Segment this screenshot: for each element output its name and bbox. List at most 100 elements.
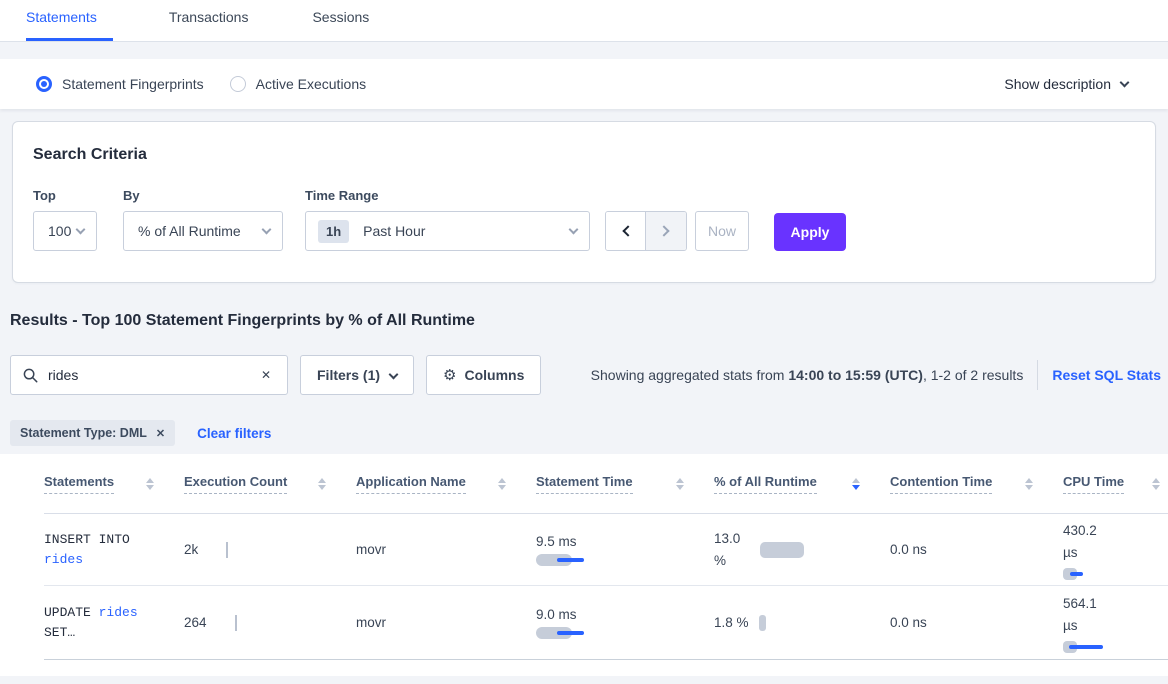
header-pct-of-all-runtime[interactable]: % of All Runtime [714,474,890,494]
apply-button[interactable]: Apply [774,213,846,251]
application-name-cell: movr [356,542,536,557]
results-controls: ✕ Filters (1) ⚙ Columns Showing aggregat… [10,355,1168,395]
now-button[interactable]: Now [695,211,749,251]
header-statements[interactable]: Statements [44,474,184,494]
statement-time-bar [536,627,586,639]
tab-transactions[interactable]: Transactions [169,9,257,41]
page-tabs: Statements Transactions Sessions [0,0,1168,42]
chevron-right-icon [658,225,669,236]
radio-unselected-icon[interactable] [230,76,246,92]
by-select[interactable]: % of All Runtime [123,211,283,251]
chevron-down-icon [569,224,579,234]
time-range-value: Past Hour [363,223,425,239]
sort-icon[interactable] [676,478,684,490]
cpu-time-cell: 430.2 µs [1063,520,1168,580]
application-name-cell: movr [356,615,536,630]
time-range-label: Time Range [305,188,590,203]
time-range-field: Time Range 1h Past Hour [305,188,590,251]
cpu-time-bar [1063,641,1109,653]
header-application-name[interactable]: Application Name [356,474,536,494]
runtime-pct-cell: 1.8 % [714,612,890,634]
columns-button[interactable]: ⚙ Columns [426,355,541,395]
chevron-down-icon [262,224,272,234]
time-range-badge: 1h [318,220,349,243]
by-select-value: % of All Runtime [138,223,241,239]
radio-label: Statement Fingerprints [62,76,204,92]
radio-active-executions[interactable]: Active Executions [230,76,367,92]
cpu-time-bar [1063,568,1109,580]
count-bar [226,542,228,558]
header-cpu-time[interactable]: CPU Time [1063,474,1168,494]
statement-fingerprint[interactable]: INSERT INTO rides [44,530,184,570]
header-statement-time[interactable]: Statement Time [536,474,714,494]
chevron-down-icon [1120,77,1130,87]
contention-time-cell: 0.0 ns [890,542,1063,557]
statement-time-cell: 9.0 ms [536,607,714,639]
sort-icon[interactable] [1152,478,1160,490]
card-title: Search Criteria [33,146,1135,164]
clear-filters-link[interactable]: Clear filters [197,426,271,441]
tab-sessions[interactable]: Sessions [312,9,377,41]
search-input[interactable] [48,367,257,383]
filter-tag[interactable]: Statement Type: DML ✕ [10,420,175,446]
show-description-toggle[interactable]: Show description [1004,76,1128,92]
chevron-left-icon [622,225,633,236]
table-row[interactable]: UPDATE rides SET… 264 movr 9.0 ms 1.8 % … [44,586,1168,660]
sort-icon[interactable] [498,478,506,490]
search-icon [23,368,38,383]
cpu-time-cell: 564.1 µs [1063,593,1168,653]
radio-statement-fingerprints[interactable]: Statement Fingerprints [36,76,204,92]
tab-statements[interactable]: Statements [26,9,113,41]
results-summary: Showing aggregated stats from 14:00 to 1… [591,367,1024,383]
search-criteria-card: Search Criteria Top 100 By % of All Runt… [12,121,1156,283]
statement-time-cell: 9.5 ms [536,534,714,566]
next-window-button[interactable] [646,212,686,250]
statement-link[interactable]: rides [99,605,138,620]
spacer-strip [0,109,1168,121]
chevron-down-icon [389,369,399,379]
summary-suffix: , 1-2 of 2 results [923,367,1023,383]
sort-icon[interactable] [1025,478,1033,490]
header-execution-count[interactable]: Execution Count [184,474,356,494]
show-description-label: Show description [1004,76,1111,92]
radio-label: Active Executions [256,76,367,92]
filters-label: Filters (1) [317,367,380,383]
vertical-divider [1037,360,1038,390]
statement-link[interactable]: rides [44,552,83,567]
runtime-pct-bar [759,615,766,631]
radio-selected-icon[interactable] [36,76,52,92]
table-header-row: Statements Execution Count Application N… [44,454,1168,514]
sort-icon[interactable] [146,478,154,490]
time-range-select[interactable]: 1h Past Hour [305,211,590,251]
top-label: Top [33,188,97,203]
active-filters-row: Statement Type: DML ✕ Clear filters [10,420,1168,446]
execution-count-cell: 264 [184,615,356,631]
filters-button[interactable]: Filters (1) [300,355,414,395]
statement-fingerprint[interactable]: UPDATE rides SET… [44,603,184,643]
clear-search-icon[interactable]: ✕ [257,366,275,384]
table-row[interactable]: INSERT INTO rides 2k movr 9.5 ms 13.0 % … [44,514,1168,586]
view-mode-bar: Statement Fingerprints Active Executions… [0,59,1168,109]
results-heading: Results - Top 100 Statement Fingerprints… [10,312,1168,330]
reset-sql-stats-link[interactable]: Reset SQL Stats [1052,367,1161,383]
header-contention-time[interactable]: Contention Time [890,474,1063,494]
top-select[interactable]: 100 [33,211,97,251]
statement-time-bar [536,554,586,566]
time-window-nav [605,211,687,251]
sort-icon-active[interactable] [852,478,860,490]
previous-window-button[interactable] [606,212,646,250]
top-select-value: 100 [48,223,71,239]
columns-label: Columns [464,367,524,383]
statement-search-box[interactable]: ✕ [10,355,288,395]
count-bar [235,615,237,631]
gear-icon: ⚙ [443,366,456,384]
by-field: By % of All Runtime [123,188,283,251]
remove-filter-icon[interactable]: ✕ [156,427,165,440]
by-label: By [123,188,283,203]
spacer-strip [0,42,1168,59]
top-field: Top 100 [33,188,97,251]
statements-table: Statements Execution Count Application N… [0,454,1168,676]
sort-icon[interactable] [318,478,326,490]
runtime-pct-cell: 13.0 % [714,528,890,572]
contention-time-cell: 0.0 ns [890,615,1063,630]
